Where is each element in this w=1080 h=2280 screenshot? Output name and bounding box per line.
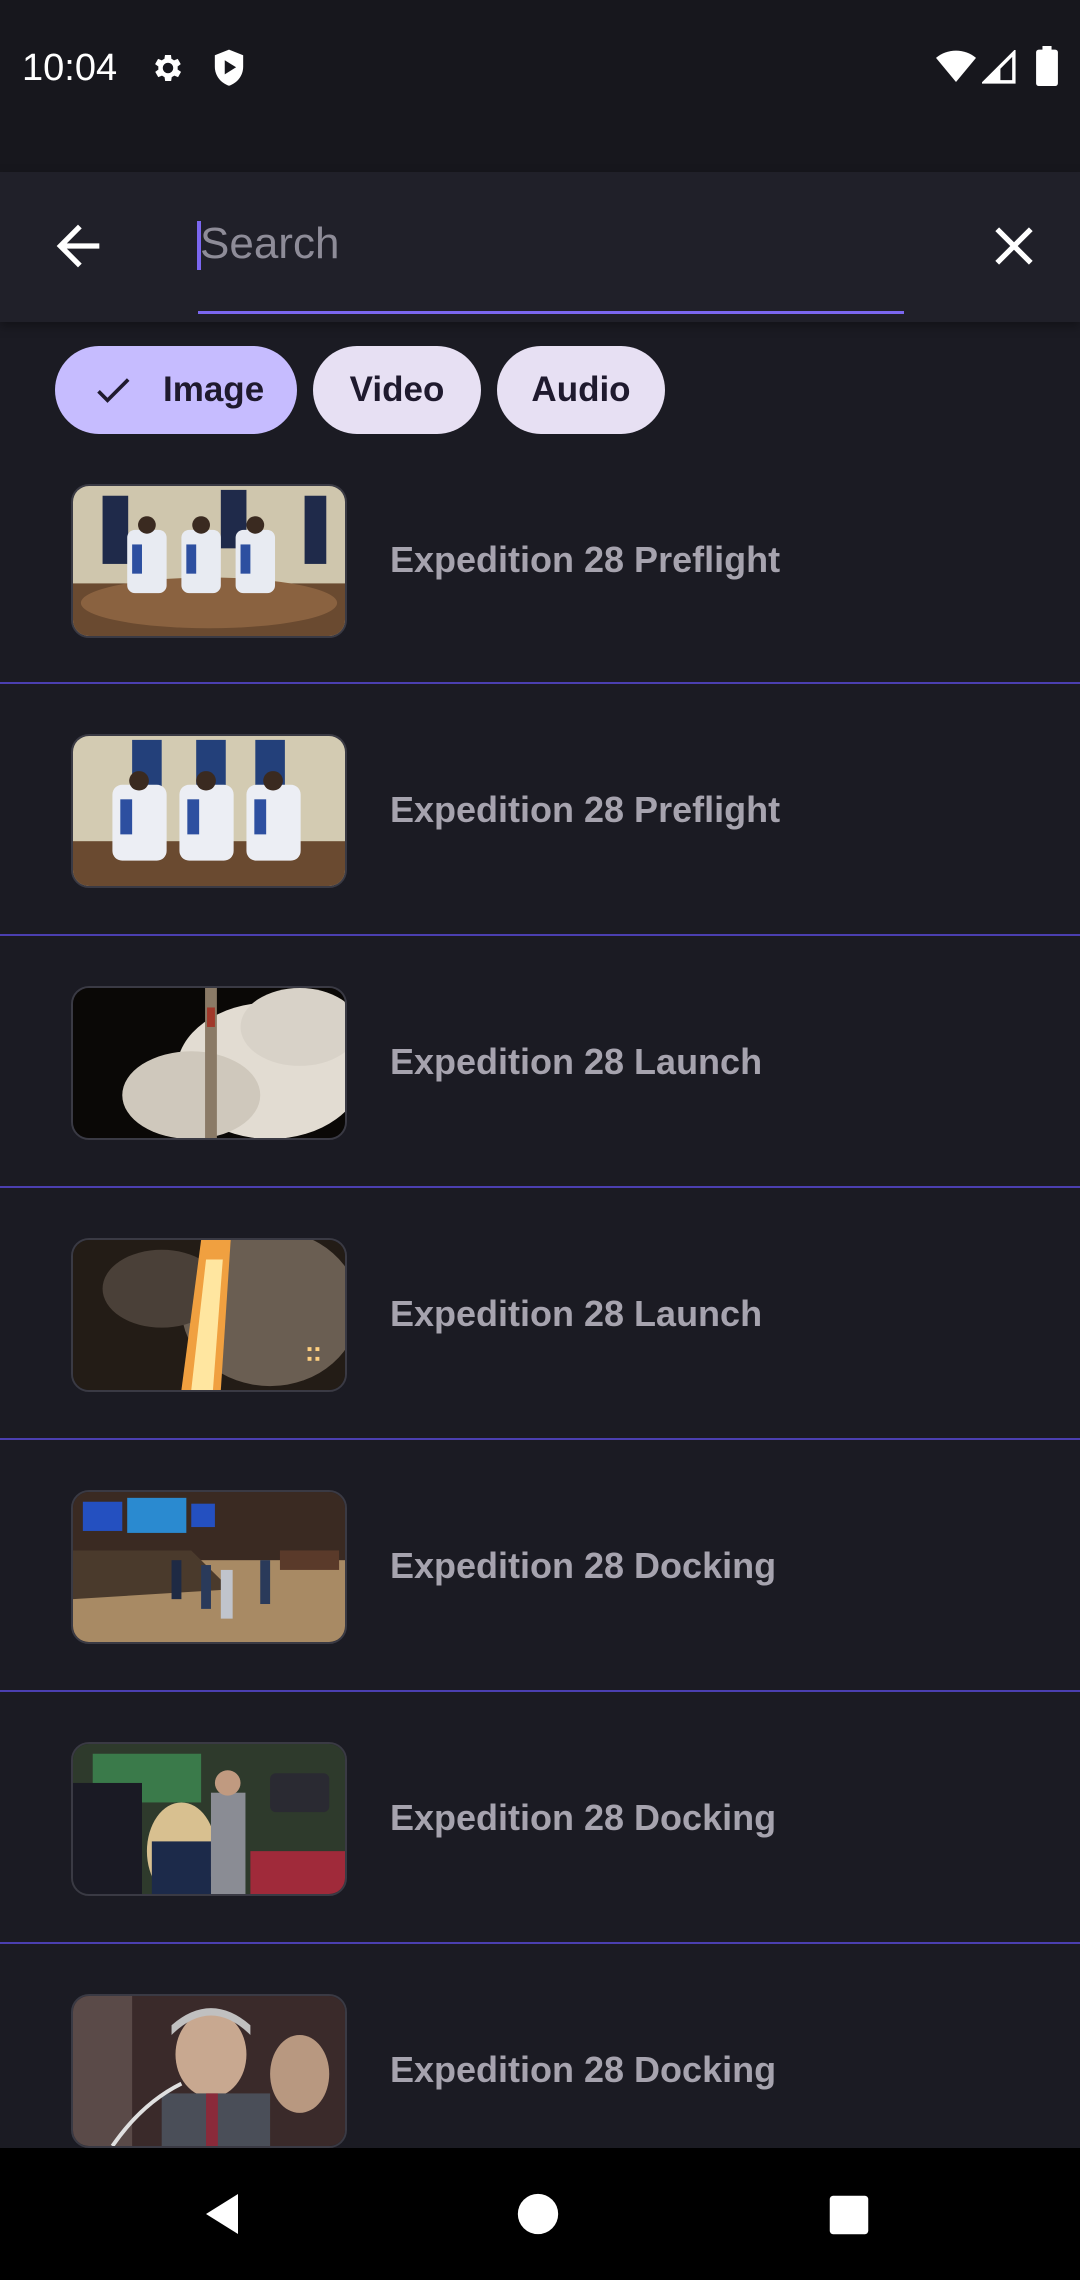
close-icon[interactable] bbox=[982, 214, 1046, 278]
chip-label: Video bbox=[349, 370, 445, 409]
result-title: Expedition 28 Preflight bbox=[390, 539, 781, 580]
results-list[interactable]: Expedition 28 Preflight Expedition 28 Pr… bbox=[0, 480, 1080, 2148]
thumbnail-image bbox=[71, 484, 347, 638]
status-time: 10:04 bbox=[22, 47, 118, 89]
thumbnail-image bbox=[71, 1490, 347, 1644]
result-title: Expedition 28 Docking bbox=[390, 1797, 777, 1838]
thumbnail-image bbox=[71, 986, 347, 1140]
check-icon bbox=[97, 378, 130, 403]
signal-icon bbox=[982, 50, 1016, 84]
battery-icon bbox=[1036, 46, 1058, 86]
search-underline bbox=[198, 311, 904, 314]
settings-icon bbox=[155, 54, 182, 82]
result-title: Expedition 28 Docking bbox=[390, 2049, 777, 2090]
search-header bbox=[0, 172, 1080, 322]
text-cursor bbox=[197, 221, 201, 270]
result-title: Expedition 28 Docking bbox=[390, 1545, 777, 1586]
filter-chips: Image Video Audio bbox=[0, 346, 1080, 436]
chip-label: Audio bbox=[531, 370, 631, 409]
list-item[interactable]: Expedition 28 Preflight bbox=[0, 480, 1080, 684]
navigation-bar bbox=[0, 2148, 1080, 2280]
thumbnail-image bbox=[71, 1994, 347, 2148]
list-item[interactable]: Expedition 28 Docking bbox=[0, 1944, 1080, 2148]
list-item[interactable]: Expedition 28 Docking bbox=[0, 1440, 1080, 1692]
thumbnail-image bbox=[71, 734, 347, 888]
home-circle-icon[interactable] bbox=[516, 2192, 560, 2236]
list-item[interactable]: Expedition 28 Launch bbox=[0, 936, 1080, 1188]
back-triangle-icon[interactable] bbox=[200, 2190, 248, 2238]
result-title: Expedition 28 Preflight bbox=[390, 789, 781, 830]
search-input[interactable] bbox=[198, 208, 902, 280]
chip-audio[interactable]: Audio bbox=[497, 346, 665, 434]
result-title: Expedition 28 Launch bbox=[390, 1293, 763, 1334]
wifi-icon bbox=[936, 50, 976, 82]
list-item[interactable]: Expedition 28 Launch bbox=[0, 1188, 1080, 1440]
play-shield-icon bbox=[214, 49, 244, 86]
chip-video[interactable]: Video bbox=[313, 346, 481, 434]
list-item[interactable]: Expedition 28 Docking bbox=[0, 1692, 1080, 1944]
arrow-back-icon[interactable] bbox=[46, 214, 110, 278]
chip-label: Image bbox=[163, 370, 265, 409]
chip-image[interactable]: Image bbox=[55, 346, 297, 434]
status-bar: 10:04 bbox=[0, 0, 1080, 172]
list-item[interactable]: Expedition 28 Preflight bbox=[0, 684, 1080, 936]
recents-square-icon[interactable] bbox=[828, 2194, 870, 2236]
thumbnail-image bbox=[71, 1238, 347, 1392]
result-title: Expedition 28 Launch bbox=[390, 1041, 763, 1082]
thumbnail-image bbox=[71, 1742, 347, 1896]
